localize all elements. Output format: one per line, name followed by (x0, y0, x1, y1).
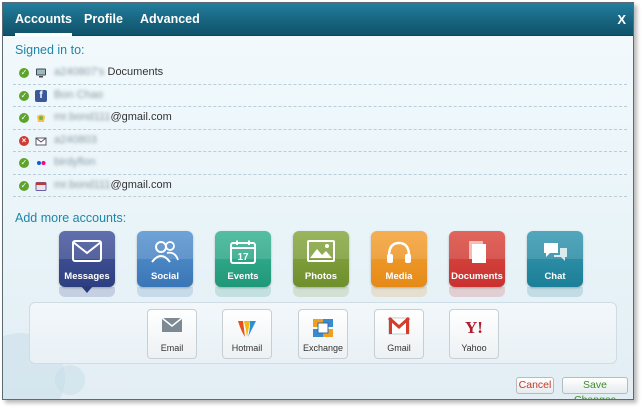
account-label: mr.bond111@gmail.com (54, 111, 172, 123)
account-row[interactable]: ✓ birdyflon (13, 152, 627, 175)
tile-reflection (371, 287, 427, 297)
account-row[interactable]: ✓ a240807's Documents (13, 62, 627, 85)
service-exchange-button[interactable]: Exchange (298, 309, 348, 359)
account-row[interactable]: × a240803 (13, 130, 627, 152)
yahoo-icon: Y! (465, 318, 483, 337)
envelope-icon (59, 240, 115, 267)
windows-live-icon (223, 317, 271, 339)
chat-bubble-icon (527, 240, 583, 269)
category-events[interactable]: 17 Events (215, 231, 271, 287)
status-ok-icon: ✓ (19, 90, 29, 101)
accounts-dialog: Accounts Profile Advanced X Signed in to… (2, 2, 634, 400)
photo-icon (293, 240, 349, 267)
account-row[interactable]: ✓ mr.bond111@gmail.com (13, 107, 627, 130)
people-icon (137, 240, 193, 269)
category-label: Photos (304, 271, 338, 282)
status-ok-icon: ✓ (19, 113, 29, 123)
status-ok-icon: ✓ (19, 68, 29, 78)
facebook-icon: f (35, 89, 47, 102)
computer-icon (35, 67, 47, 79)
tile-reflection (137, 287, 193, 297)
tab-profile[interactable]: Profile (84, 3, 123, 36)
category-label: Documents (451, 271, 503, 282)
add-accounts-heading: Add more accounts: (15, 211, 127, 225)
cancel-button[interactable]: Cancel (516, 377, 554, 394)
service-label: Yahoo (461, 343, 487, 353)
category-label: Social (151, 271, 179, 282)
envelope-icon (35, 180, 47, 192)
service-label: Gmail (387, 343, 411, 353)
calendar-day: 17 (237, 252, 249, 263)
service-label: Hotmail (231, 343, 263, 353)
tile-reflection (449, 287, 505, 297)
save-changes-button[interactable]: Save Changes (562, 377, 628, 399)
decorative-circle-small (55, 365, 85, 395)
account-label: Bon Chao (54, 88, 103, 101)
calendar-icon: 17 (215, 240, 271, 269)
close-button[interactable]: X (617, 3, 626, 36)
mail-icon (35, 135, 47, 147)
category-photos[interactable]: Photos (293, 231, 349, 287)
account-list: ✓ a240807's Documents ✓ f Bon Chao ✓ mr.… (13, 62, 627, 197)
category-tiles: Messages Social 17 Events Photos Media D… (59, 231, 619, 301)
headphones-icon (371, 240, 427, 269)
service-label: Email (160, 343, 184, 353)
tile-reflection (293, 287, 349, 297)
envelope-icon (148, 317, 196, 339)
flickr-icon (35, 157, 47, 169)
account-label: a240803 (54, 133, 97, 146)
tab-advanced[interactable]: Advanced (140, 3, 200, 36)
category-label: Events (227, 271, 259, 282)
category-chat[interactable]: Chat (527, 231, 583, 287)
account-row[interactable]: ✓ mr.bond111@gmail.com (13, 175, 627, 197)
category-social[interactable]: Social (137, 231, 193, 287)
status-error-icon: × (19, 135, 29, 146)
category-label: Chat (544, 271, 566, 282)
category-messages[interactable]: Messages (59, 231, 115, 293)
service-email-button[interactable]: Email (147, 309, 197, 359)
category-label: Messages (64, 271, 110, 282)
status-ok-icon: ✓ (19, 158, 29, 168)
gmail-chat-icon (35, 112, 47, 124)
service-hotmail-button[interactable]: Hotmail (222, 309, 272, 359)
category-label: Media (385, 271, 413, 282)
category-documents[interactable]: Documents (449, 231, 505, 287)
tile-reflection (59, 287, 115, 297)
service-gmail-button[interactable]: Gmail (374, 309, 424, 359)
status-ok-icon: ✓ (19, 180, 29, 191)
tile-reflection (527, 287, 583, 297)
tile-reflection (215, 287, 271, 297)
service-yahoo-button[interactable]: Y! Yahoo (449, 309, 499, 359)
exchange-icon (299, 317, 347, 339)
service-panel: Email Hotmail Exchange Gmail Y! Yahoo (29, 302, 617, 364)
gmail-icon (375, 316, 423, 339)
category-media[interactable]: Media (371, 231, 427, 287)
account-label: birdyflon (54, 156, 96, 168)
dialog-header: Accounts Profile Advanced X (3, 3, 633, 36)
signed-in-heading: Signed in to: (15, 43, 85, 57)
account-label: mr.bond111@gmail.com (54, 178, 172, 191)
document-icon (449, 240, 505, 269)
tab-accounts[interactable]: Accounts (15, 3, 72, 36)
account-row[interactable]: ✓ f Bon Chao (13, 85, 627, 107)
account-label: a240807's Documents (54, 66, 164, 78)
service-label: Exchange (302, 343, 344, 353)
